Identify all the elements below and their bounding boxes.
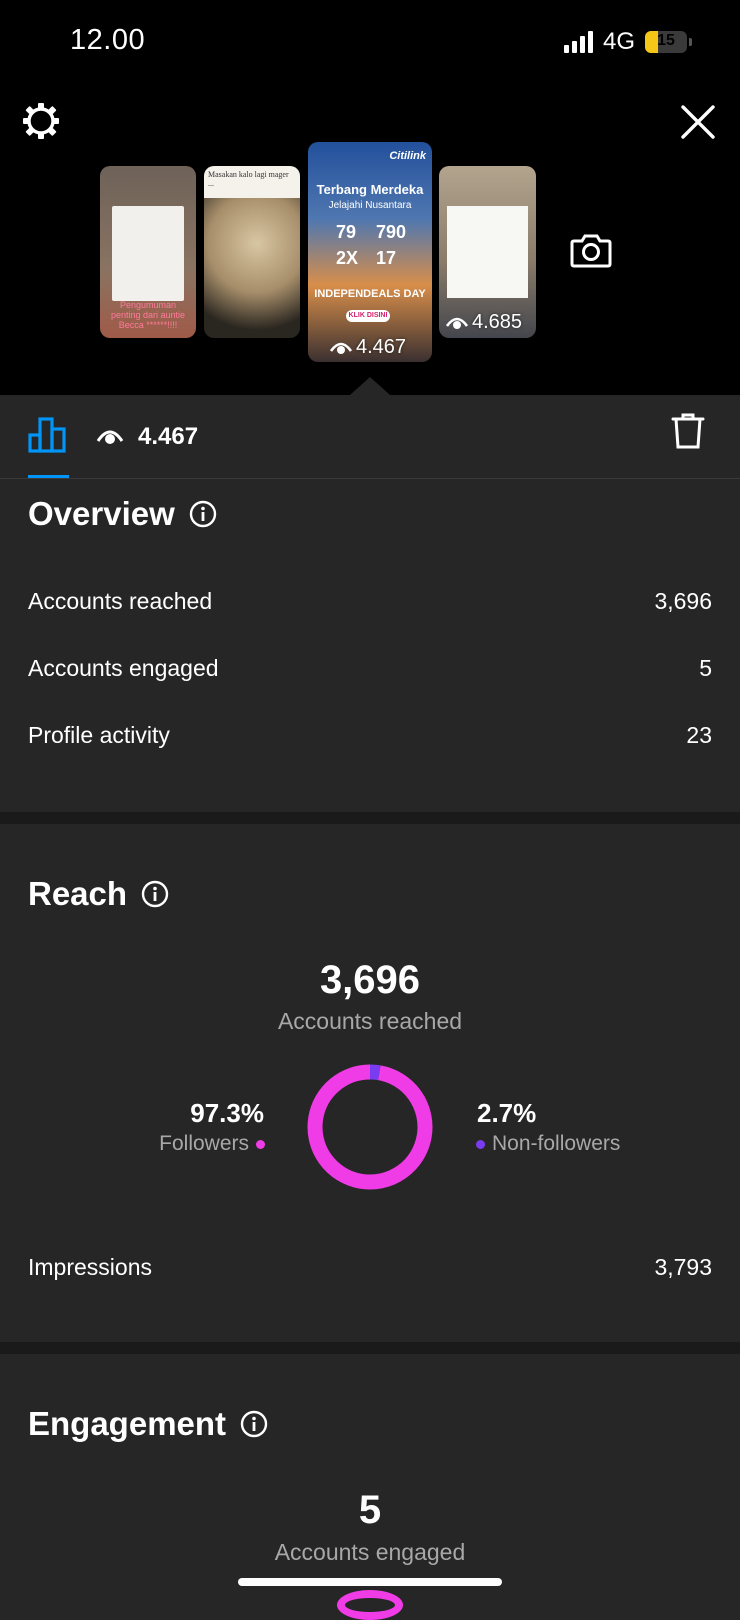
engagement-donut-chart [337, 1590, 403, 1620]
followers-dot [256, 1139, 265, 1149]
metric-label: Accounts engaged [28, 655, 219, 681]
story-view-count: 4.685 [446, 311, 522, 334]
views-tab[interactable]: 4.467 [96, 423, 198, 451]
overview-row: Accounts engaged 5 [28, 655, 712, 682]
story-thumbnail[interactable]: Pengumuman penting dari auntie Becca ***… [100, 166, 196, 338]
view-count-value: 4.685 [472, 311, 523, 333]
section-title: Reach [28, 875, 128, 912]
selection-pointer [350, 377, 390, 395]
nonfollowers-dot [476, 1139, 485, 1149]
followers-legend: Followers [159, 1132, 265, 1156]
metric-value: 5 [699, 655, 712, 681]
engagement-total-label: Accounts engaged [274, 1539, 466, 1565]
info-icon [141, 880, 169, 908]
network-label: 4G [602, 28, 635, 55]
overview-row: Profile activity 23 [28, 722, 712, 749]
followers-percent: 97.3% [190, 1098, 264, 1128]
reach-total-label: Accounts reached [277, 1008, 463, 1034]
metric-label: Accounts reached [28, 588, 213, 614]
section-title: Engagement [28, 1405, 227, 1442]
view-count-value: 4.467 [356, 336, 407, 358]
story-brand: Citilink [389, 150, 426, 162]
story-carousel-header: 12.00 4G 15 Pengumuman penting dari aunt… [0, 0, 740, 395]
impressions-row: Impressions 3,793 [28, 1254, 712, 1281]
eye-icon [330, 342, 352, 354]
story-figure: 17 [376, 248, 397, 268]
story-banner: INDEPENDEALS DAY [314, 288, 426, 300]
metric-value: 3,793 [654, 1254, 712, 1280]
story-figure: 79 [336, 222, 357, 242]
eye-icon [446, 317, 468, 329]
battery-level: 15 [657, 32, 675, 49]
status-time: 12.00 [70, 24, 146, 56]
followers-label: Followers [159, 1132, 249, 1155]
home-indicator[interactable] [238, 1578, 502, 1586]
insights-tab-bar: 4.467 [0, 395, 740, 479]
story-view-count: 4.467 [330, 336, 406, 359]
story-headline: Terbang Merdeka [316, 182, 424, 197]
active-tab-indicator [28, 475, 69, 478]
metric-value: 23 [686, 722, 712, 748]
close-icon[interactable] [680, 104, 716, 145]
eye-icon [96, 430, 124, 444]
section-title: Overview [28, 495, 175, 532]
section-divider [0, 812, 740, 824]
story-subheadline: Jelajahi Nusantara [328, 200, 412, 211]
trash-icon[interactable] [671, 412, 705, 455]
story-caption: Masakan kalo lagi mager ... [204, 166, 300, 198]
overview-row: Accounts reached 3,696 [28, 588, 712, 615]
settings-gear-icon[interactable] [22, 102, 60, 145]
info-icon [189, 500, 216, 528]
story-figure: 790 [376, 222, 407, 242]
metric-value: 3,696 [654, 588, 712, 614]
battery-icon: 15 [645, 31, 687, 53]
nonfollowers-legend: Non-followers [476, 1132, 620, 1156]
nonfollowers-label: Non-followers [492, 1132, 621, 1155]
metric-label: Profile activity [28, 722, 170, 748]
metric-label: Impressions [28, 1254, 152, 1280]
section-divider [0, 1342, 740, 1354]
reach-donut-chart [307, 1064, 433, 1190]
story-thumbnail[interactable]: Masakan kalo lagi mager ... [204, 166, 300, 338]
status-icons: 4G 15 [563, 28, 692, 56]
engagement-total: 5 [358, 1488, 382, 1532]
reach-heading: Reach [28, 875, 169, 913]
story-cta: KLIK DISINI [346, 310, 390, 322]
engagement-heading: Engagement [28, 1405, 268, 1443]
info-icon [240, 1410, 268, 1438]
overview-heading: Overview [28, 495, 217, 533]
bar-chart-icon[interactable] [28, 415, 68, 458]
signal-icon [563, 31, 593, 53]
story-thumbnail-selected[interactable]: Citilink Terbang Merdeka Jelajahi Nusant… [308, 142, 432, 362]
views-count: 4.467 [138, 423, 199, 450]
reach-total: 3,696 [319, 958, 421, 1002]
story-caption: Pengumuman penting dari auntie Becca ***… [110, 300, 186, 330]
camera-icon[interactable] [570, 232, 612, 273]
story-figure: 2X [336, 248, 359, 268]
followers-arc [307, 1064, 433, 1190]
nonfollowers-percent: 2.7% [477, 1098, 537, 1128]
